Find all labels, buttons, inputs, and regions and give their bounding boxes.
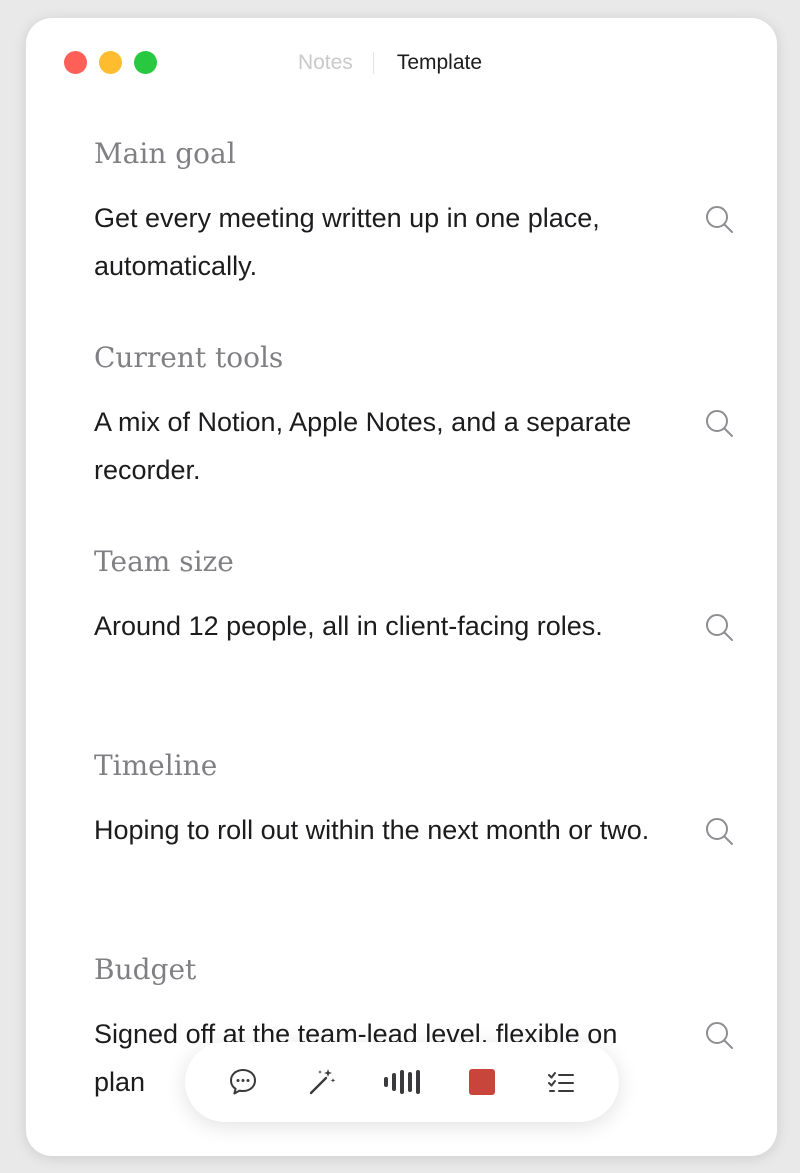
chat-button[interactable]: [221, 1060, 265, 1104]
section-heading: Main goal: [94, 137, 236, 170]
section-text[interactable]: A mix of Notion, Apple Notes, and a sepa…: [94, 398, 666, 494]
search-icon: [706, 206, 733, 233]
section-heading: Current tools: [94, 341, 284, 374]
section-main-goal: Main goal Get every meeting written up i…: [94, 130, 734, 334]
audio-levels-icon: [383, 1070, 420, 1094]
search-button[interactable]: [704, 612, 734, 642]
audio-levels-button[interactable]: [380, 1060, 424, 1104]
magic-button[interactable]: [300, 1060, 344, 1104]
stop-recording-button[interactable]: [460, 1060, 504, 1104]
chat-icon: [229, 1069, 256, 1095]
section-team-size: Team size Around 12 people, all in clien…: [94, 538, 734, 742]
tab-bar: Notes Template: [26, 48, 777, 78]
checklist-button[interactable]: [539, 1060, 583, 1104]
section-text[interactable]: Around 12 people, all in client-facing r…: [94, 602, 666, 650]
checklist-icon: [548, 1072, 575, 1092]
floating-toolbar: [185, 1042, 619, 1122]
section-text[interactable]: Get every meeting written up in one plac…: [94, 194, 666, 290]
search-icon: [706, 410, 733, 437]
template-content: Main goal Get every meeting written up i…: [94, 130, 734, 1150]
section-text[interactable]: Hoping to roll out within the next month…: [94, 806, 666, 854]
search-button[interactable]: [704, 204, 734, 234]
section-heading: Timeline: [94, 749, 218, 782]
search-icon: [706, 614, 733, 641]
search-icon: [706, 1022, 733, 1049]
tab-template[interactable]: Template: [374, 51, 482, 75]
search-button[interactable]: [704, 1020, 734, 1050]
search-icon: [706, 818, 733, 845]
stop-icon: [468, 1069, 495, 1095]
app-window: Notes Template Main goal Get every meeti…: [26, 18, 777, 1156]
tab-notes[interactable]: Notes: [298, 51, 373, 75]
search-button[interactable]: [704, 816, 734, 846]
section-heading: Team size: [94, 545, 234, 578]
section-heading: Budget: [94, 953, 197, 986]
search-button[interactable]: [704, 408, 734, 438]
section-current-tools: Current tools A mix of Notion, Apple Not…: [94, 334, 734, 538]
magic-wand-icon: [310, 1069, 336, 1095]
section-timeline: Timeline Hoping to roll out within the n…: [94, 742, 734, 946]
